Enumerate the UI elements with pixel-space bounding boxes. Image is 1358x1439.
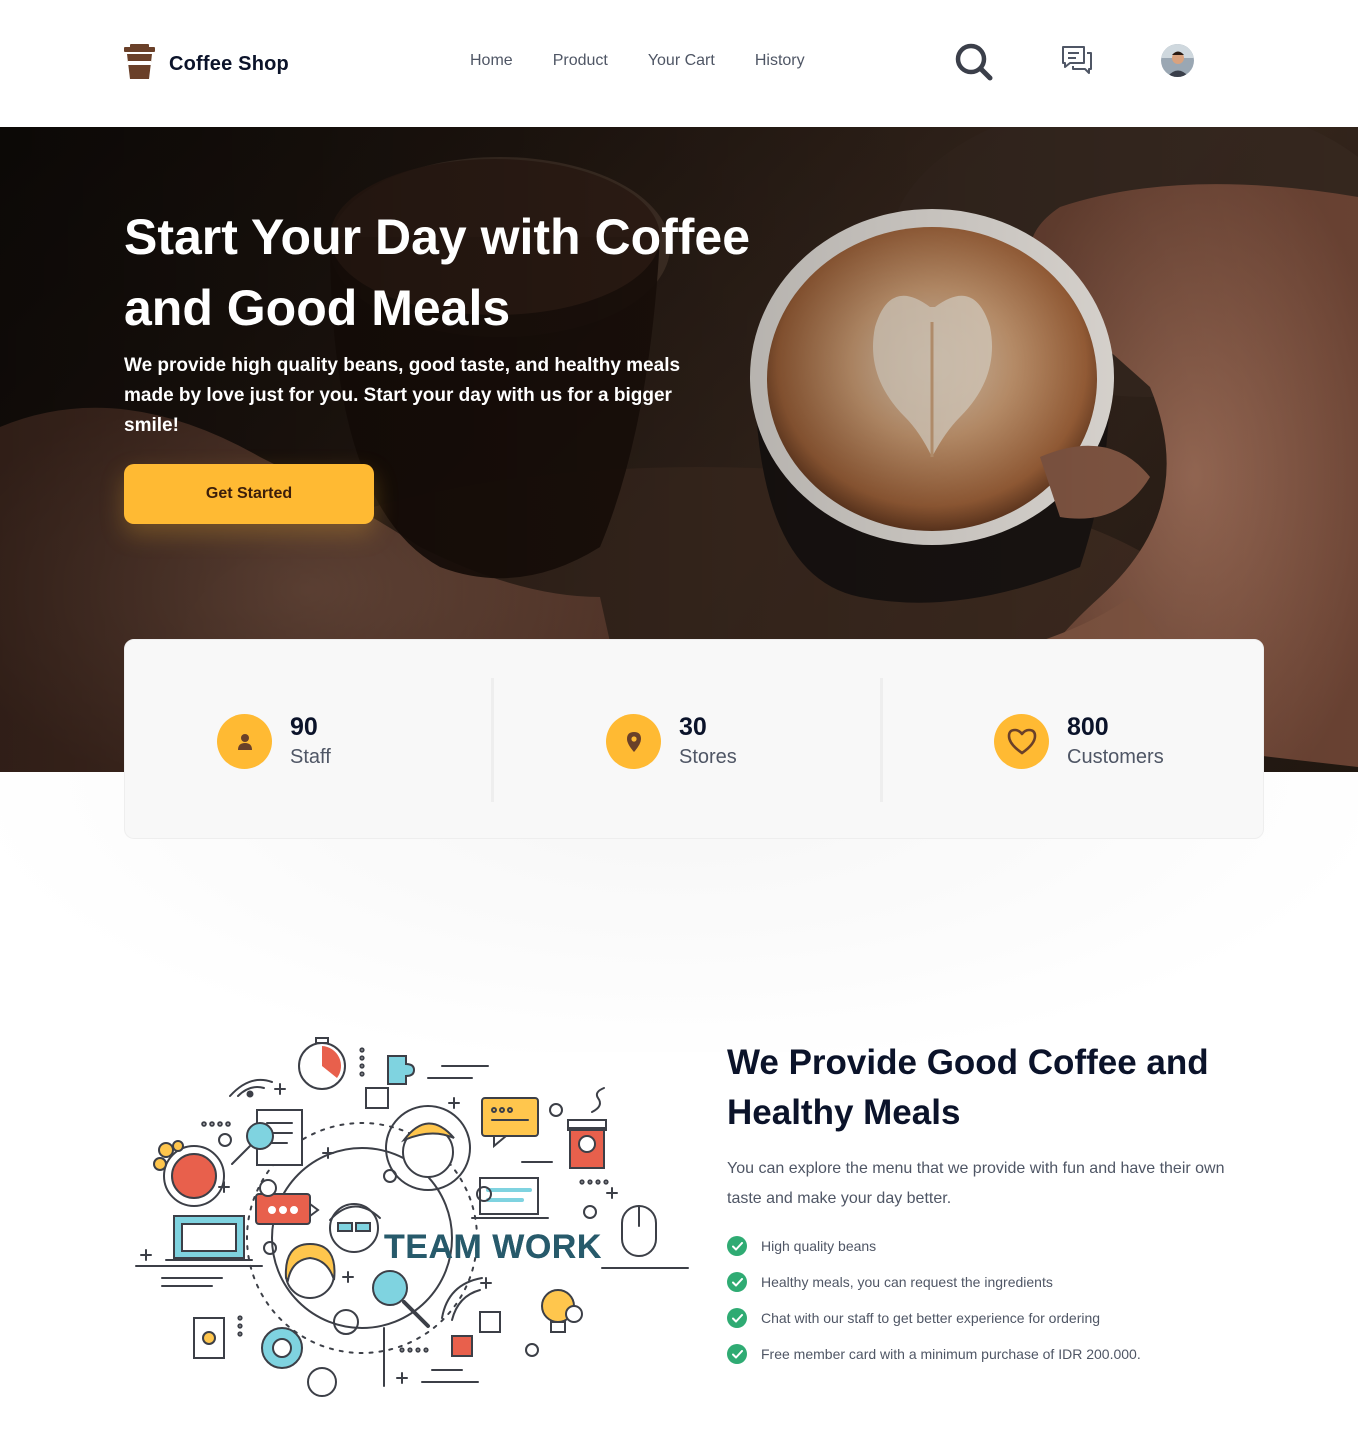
- feature-text: Healthy meals, you can request the ingre…: [761, 1274, 1053, 1290]
- hero-subtitle: We provide high quality beans, good tast…: [124, 355, 681, 436]
- nav-your-cart[interactable]: Your Cart: [648, 52, 715, 70]
- get-started-button[interactable]: Get Started: [124, 464, 374, 524]
- nav-links: Home Product Your Cart History: [470, 52, 805, 70]
- feature-item: Free member card with a minimum purchase…: [727, 1336, 1141, 1372]
- coffee-cup-icon: [124, 44, 155, 84]
- check-icon: [727, 1236, 747, 1256]
- info-description: You can explore the menu that we provide…: [727, 1160, 1225, 1207]
- stat-label: Stores: [679, 746, 737, 768]
- stat-staff: 90 Staff: [217, 713, 331, 770]
- location-pin-icon: [606, 714, 661, 769]
- feature-text: Chat with our staff to get better experi…: [761, 1310, 1101, 1326]
- chat-icon[interactable]: [1060, 44, 1094, 81]
- info-title: We Provide Good Coffee and Healthy Meals: [727, 1043, 1209, 1132]
- team-work-label: TEAM WORK: [384, 1228, 602, 1266]
- check-icon: [727, 1344, 747, 1364]
- search-icon[interactable]: [954, 42, 994, 87]
- feature-list: High quality beans Healthy meals, you ca…: [727, 1228, 1141, 1372]
- stat-stores: 30 Stores: [606, 713, 737, 770]
- hero-title: Start Your Day with Coffee and Good Meal…: [124, 209, 751, 336]
- brand[interactable]: Coffee Shop: [124, 44, 289, 84]
- brand-name: Coffee Shop: [169, 52, 289, 75]
- stat-label: Staff: [290, 746, 331, 768]
- feature-text: High quality beans: [761, 1238, 877, 1254]
- navbar: Coffee Shop Home Product Your Cart Histo…: [0, 0, 1358, 127]
- nav-history[interactable]: History: [755, 52, 805, 70]
- heart-icon: [994, 714, 1049, 769]
- feature-item: Chat with our staff to get better experi…: [727, 1300, 1141, 1336]
- stat-label: Customers: [1067, 746, 1164, 768]
- check-icon: [727, 1308, 747, 1328]
- feature-item: Healthy meals, you can request the ingre…: [727, 1264, 1141, 1300]
- stat-customers: 800 Customers: [994, 713, 1164, 770]
- stat-value: 90: [290, 713, 318, 741]
- feature-item: High quality beans: [727, 1228, 1141, 1264]
- person-icon: [217, 714, 272, 769]
- user-avatar[interactable]: [1161, 44, 1194, 77]
- stat-divider: [880, 678, 883, 802]
- nav-home[interactable]: Home: [470, 52, 513, 70]
- stat-value: 800: [1067, 713, 1109, 741]
- feature-text: Free member card with a minimum purchase…: [761, 1346, 1141, 1362]
- stat-value: 30: [679, 713, 707, 741]
- stats-card: 90 Staff 30 Stores 800 Customers: [124, 639, 1264, 839]
- stat-divider: [491, 678, 494, 802]
- team-work-illustration: TEAM WORK: [132, 1028, 692, 1413]
- nav-product[interactable]: Product: [553, 52, 608, 70]
- check-icon: [727, 1272, 747, 1292]
